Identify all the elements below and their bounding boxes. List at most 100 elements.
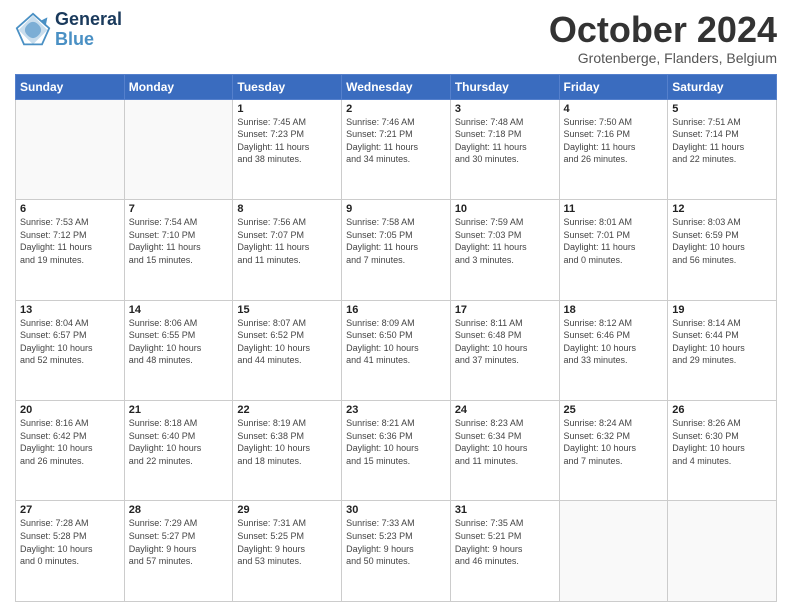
day-number: 24 — [455, 404, 555, 416]
day-info: Sunrise: 8:18 AM Sunset: 6:40 PM Dayligh… — [129, 417, 229, 467]
day-info: Sunrise: 7:33 AM Sunset: 5:23 PM Dayligh… — [346, 517, 446, 567]
day-number: 22 — [237, 404, 337, 416]
calendar-cell: 5Sunrise: 7:51 AM Sunset: 7:14 PM Daylig… — [668, 99, 777, 199]
day-number: 14 — [129, 304, 229, 316]
calendar-week-1: 6Sunrise: 7:53 AM Sunset: 7:12 PM Daylig… — [16, 200, 777, 300]
day-info: Sunrise: 7:35 AM Sunset: 5:21 PM Dayligh… — [455, 517, 555, 567]
logo-text: General Blue — [55, 10, 122, 50]
day-info: Sunrise: 8:07 AM Sunset: 6:52 PM Dayligh… — [237, 317, 337, 367]
day-info: Sunrise: 8:03 AM Sunset: 6:59 PM Dayligh… — [672, 216, 772, 266]
day-info: Sunrise: 7:54 AM Sunset: 7:10 PM Dayligh… — [129, 216, 229, 266]
calendar-cell: 1Sunrise: 7:45 AM Sunset: 7:23 PM Daylig… — [233, 99, 342, 199]
day-header-sunday: Sunday — [16, 74, 125, 99]
day-number: 16 — [346, 304, 446, 316]
day-header-saturday: Saturday — [668, 74, 777, 99]
calendar-cell: 14Sunrise: 8:06 AM Sunset: 6:55 PM Dayli… — [124, 300, 233, 400]
day-number: 20 — [20, 404, 120, 416]
day-info: Sunrise: 7:56 AM Sunset: 7:07 PM Dayligh… — [237, 216, 337, 266]
calendar-cell: 7Sunrise: 7:54 AM Sunset: 7:10 PM Daylig… — [124, 200, 233, 300]
calendar-cell — [124, 99, 233, 199]
calendar-week-3: 20Sunrise: 8:16 AM Sunset: 6:42 PM Dayli… — [16, 401, 777, 501]
day-info: Sunrise: 7:50 AM Sunset: 7:16 PM Dayligh… — [564, 116, 664, 166]
day-number: 18 — [564, 304, 664, 316]
day-number: 17 — [455, 304, 555, 316]
calendar-cell: 25Sunrise: 8:24 AM Sunset: 6:32 PM Dayli… — [559, 401, 668, 501]
day-header-wednesday: Wednesday — [342, 74, 451, 99]
month-title: October 2024 — [549, 10, 777, 50]
day-info: Sunrise: 8:26 AM Sunset: 6:30 PM Dayligh… — [672, 417, 772, 467]
calendar-week-0: 1Sunrise: 7:45 AM Sunset: 7:23 PM Daylig… — [16, 99, 777, 199]
day-number: 25 — [564, 404, 664, 416]
day-info: Sunrise: 7:45 AM Sunset: 7:23 PM Dayligh… — [237, 116, 337, 166]
day-info: Sunrise: 8:09 AM Sunset: 6:50 PM Dayligh… — [346, 317, 446, 367]
day-info: Sunrise: 7:51 AM Sunset: 7:14 PM Dayligh… — [672, 116, 772, 166]
calendar-week-2: 13Sunrise: 8:04 AM Sunset: 6:57 PM Dayli… — [16, 300, 777, 400]
day-info: Sunrise: 8:16 AM Sunset: 6:42 PM Dayligh… — [20, 417, 120, 467]
title-block: October 2024 Grotenberge, Flanders, Belg… — [549, 10, 777, 66]
calendar-cell: 2Sunrise: 7:46 AM Sunset: 7:21 PM Daylig… — [342, 99, 451, 199]
calendar-cell: 6Sunrise: 7:53 AM Sunset: 7:12 PM Daylig… — [16, 200, 125, 300]
calendar-cell: 10Sunrise: 7:59 AM Sunset: 7:03 PM Dayli… — [450, 200, 559, 300]
calendar-cell: 29Sunrise: 7:31 AM Sunset: 5:25 PM Dayli… — [233, 501, 342, 602]
calendar-cell: 9Sunrise: 7:58 AM Sunset: 7:05 PM Daylig… — [342, 200, 451, 300]
calendar-cell: 19Sunrise: 8:14 AM Sunset: 6:44 PM Dayli… — [668, 300, 777, 400]
day-number: 21 — [129, 404, 229, 416]
header: General Blue October 2024 Grotenberge, F… — [15, 10, 777, 66]
location-subtitle: Grotenberge, Flanders, Belgium — [549, 50, 777, 66]
day-info: Sunrise: 8:12 AM Sunset: 6:46 PM Dayligh… — [564, 317, 664, 367]
day-number: 29 — [237, 504, 337, 516]
day-number: 23 — [346, 404, 446, 416]
day-info: Sunrise: 8:06 AM Sunset: 6:55 PM Dayligh… — [129, 317, 229, 367]
calendar-cell — [16, 99, 125, 199]
calendar-cell: 16Sunrise: 8:09 AM Sunset: 6:50 PM Dayli… — [342, 300, 451, 400]
day-info: Sunrise: 7:59 AM Sunset: 7:03 PM Dayligh… — [455, 216, 555, 266]
calendar-cell: 13Sunrise: 8:04 AM Sunset: 6:57 PM Dayli… — [16, 300, 125, 400]
day-number: 15 — [237, 304, 337, 316]
calendar-cell: 30Sunrise: 7:33 AM Sunset: 5:23 PM Dayli… — [342, 501, 451, 602]
day-info: Sunrise: 7:29 AM Sunset: 5:27 PM Dayligh… — [129, 517, 229, 567]
calendar-cell: 8Sunrise: 7:56 AM Sunset: 7:07 PM Daylig… — [233, 200, 342, 300]
day-info: Sunrise: 7:53 AM Sunset: 7:12 PM Dayligh… — [20, 216, 120, 266]
calendar-table: SundayMondayTuesdayWednesdayThursdayFrid… — [15, 74, 777, 602]
calendar-cell — [668, 501, 777, 602]
day-info: Sunrise: 8:24 AM Sunset: 6:32 PM Dayligh… — [564, 417, 664, 467]
day-number: 12 — [672, 203, 772, 215]
day-header-tuesday: Tuesday — [233, 74, 342, 99]
day-number: 1 — [237, 103, 337, 115]
day-number: 13 — [20, 304, 120, 316]
day-number: 4 — [564, 103, 664, 115]
day-number: 26 — [672, 404, 772, 416]
day-number: 19 — [672, 304, 772, 316]
calendar-cell: 11Sunrise: 8:01 AM Sunset: 7:01 PM Dayli… — [559, 200, 668, 300]
day-info: Sunrise: 8:19 AM Sunset: 6:38 PM Dayligh… — [237, 417, 337, 467]
day-number: 11 — [564, 203, 664, 215]
logo: General Blue — [15, 10, 122, 50]
day-number: 8 — [237, 203, 337, 215]
calendar-cell: 4Sunrise: 7:50 AM Sunset: 7:16 PM Daylig… — [559, 99, 668, 199]
day-number: 30 — [346, 504, 446, 516]
calendar-cell: 20Sunrise: 8:16 AM Sunset: 6:42 PM Dayli… — [16, 401, 125, 501]
calendar-cell: 31Sunrise: 7:35 AM Sunset: 5:21 PM Dayli… — [450, 501, 559, 602]
day-info: Sunrise: 7:48 AM Sunset: 7:18 PM Dayligh… — [455, 116, 555, 166]
calendar-cell: 18Sunrise: 8:12 AM Sunset: 6:46 PM Dayli… — [559, 300, 668, 400]
day-number: 7 — [129, 203, 229, 215]
day-info: Sunrise: 8:23 AM Sunset: 6:34 PM Dayligh… — [455, 417, 555, 467]
calendar-cell: 24Sunrise: 8:23 AM Sunset: 6:34 PM Dayli… — [450, 401, 559, 501]
calendar-week-4: 27Sunrise: 7:28 AM Sunset: 5:28 PM Dayli… — [16, 501, 777, 602]
day-info: Sunrise: 8:01 AM Sunset: 7:01 PM Dayligh… — [564, 216, 664, 266]
day-number: 27 — [20, 504, 120, 516]
calendar-cell: 15Sunrise: 8:07 AM Sunset: 6:52 PM Dayli… — [233, 300, 342, 400]
page: General Blue October 2024 Grotenberge, F… — [0, 0, 792, 612]
calendar-header-row: SundayMondayTuesdayWednesdayThursdayFrid… — [16, 74, 777, 99]
calendar-cell: 21Sunrise: 8:18 AM Sunset: 6:40 PM Dayli… — [124, 401, 233, 501]
day-number: 28 — [129, 504, 229, 516]
day-number: 3 — [455, 103, 555, 115]
day-header-monday: Monday — [124, 74, 233, 99]
calendar-cell: 12Sunrise: 8:03 AM Sunset: 6:59 PM Dayli… — [668, 200, 777, 300]
calendar-cell: 3Sunrise: 7:48 AM Sunset: 7:18 PM Daylig… — [450, 99, 559, 199]
day-info: Sunrise: 7:58 AM Sunset: 7:05 PM Dayligh… — [346, 216, 446, 266]
calendar-cell — [559, 501, 668, 602]
day-info: Sunrise: 7:28 AM Sunset: 5:28 PM Dayligh… — [20, 517, 120, 567]
day-info: Sunrise: 8:11 AM Sunset: 6:48 PM Dayligh… — [455, 317, 555, 367]
calendar-cell: 23Sunrise: 8:21 AM Sunset: 6:36 PM Dayli… — [342, 401, 451, 501]
